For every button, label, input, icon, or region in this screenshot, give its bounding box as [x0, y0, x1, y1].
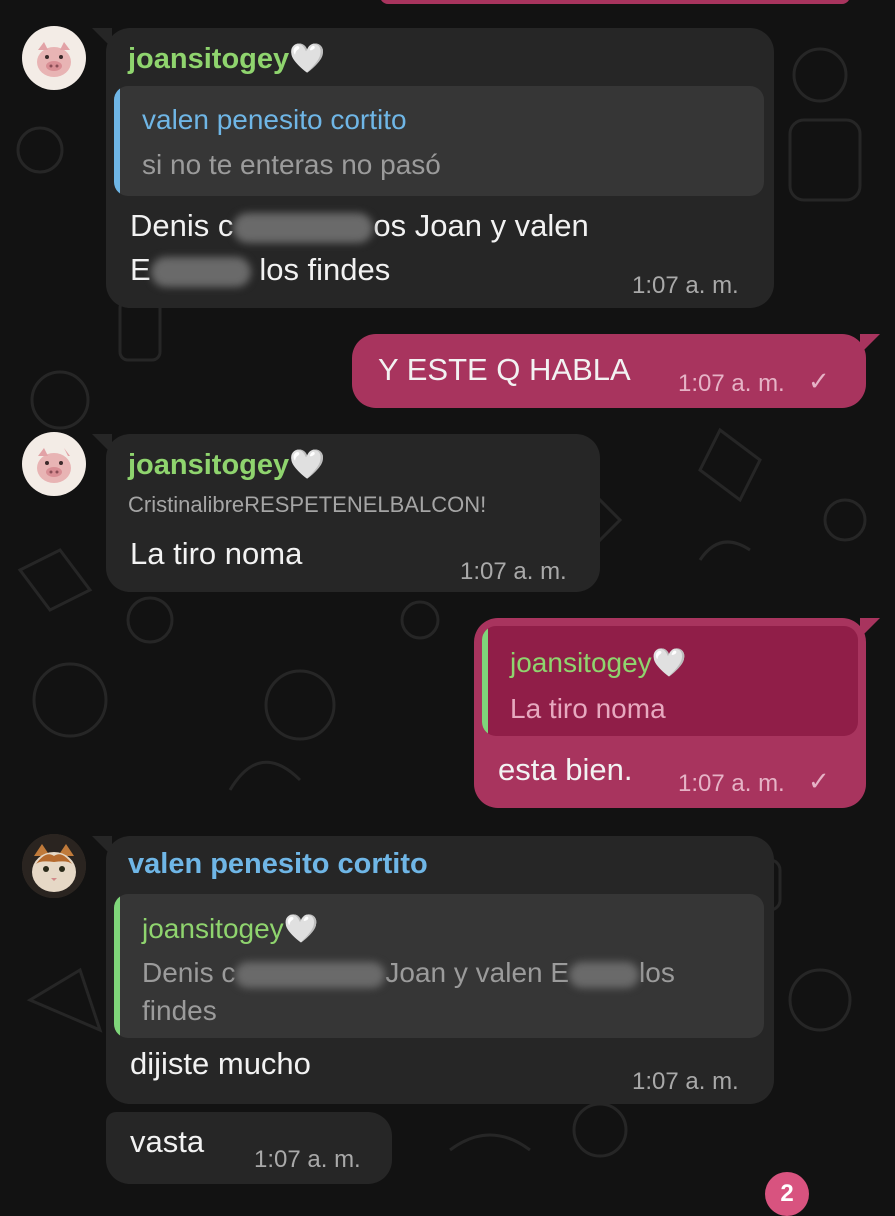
- redacted-text: [569, 961, 640, 988]
- quote-text: La tiro noma: [510, 693, 666, 724]
- message-text: esta bien.: [498, 752, 633, 787]
- quote-sender-name: joansitogey🤍: [510, 647, 687, 678]
- message-text: dijiste mucho: [130, 1046, 311, 1081]
- message-text: vasta: [130, 1124, 205, 1159]
- quote-text-line2: findes: [142, 995, 217, 1026]
- message-time: 1:07 a. m.: [632, 272, 739, 299]
- message-text: Denis c os Joan y valen: [130, 208, 589, 243]
- redacted-text: [235, 961, 386, 988]
- cat-avatar-icon: [22, 834, 86, 898]
- message-time: 1:07 a. m.: [678, 370, 785, 397]
- message-bubble-outgoing[interactable]: Y ESTE Q HABLA 1:07 a. m. ✓: [352, 334, 866, 408]
- quote-text: Denis c Joan y valen Elos: [142, 957, 675, 988]
- sender-name[interactable]: joansitogey🤍: [128, 42, 325, 76]
- reply-quote[interactable]: joansitogey🤍 Denis c Joan y valen Elos fi…: [114, 894, 764, 1038]
- unread-count-badge[interactable]: 2: [765, 1172, 809, 1216]
- bubble-tail: [860, 334, 880, 354]
- message-time: 1:07 a. m.: [678, 770, 785, 797]
- sender-name[interactable]: joansitogey🤍: [128, 448, 325, 482]
- avatar-joansitogey[interactable]: [22, 26, 86, 90]
- avatar-joansitogey[interactable]: [22, 432, 86, 496]
- message-time: 1:07 a. m.: [254, 1146, 361, 1173]
- quote-text: si no te enteras no pasó: [142, 149, 441, 180]
- quote-sender-name: joansitogey🤍: [142, 913, 319, 944]
- bubble-tail: [860, 618, 880, 638]
- redacted-text: [233, 212, 374, 243]
- message-time: 1:07 a. m.: [460, 558, 567, 585]
- quote-sender-name: valen penesito cortito: [142, 104, 407, 135]
- message-text-line2: E los findes: [130, 252, 391, 287]
- pig-avatar-icon: [37, 42, 71, 77]
- sent-check-icon: ✓: [808, 766, 830, 796]
- message-bubble[interactable]: joansitogey🤍 CristinalibreRESPETENELBALC…: [106, 434, 600, 592]
- sender-name[interactable]: valen penesito cortito: [128, 848, 428, 881]
- message-bubble[interactable]: joansitogey🤍 valen penesito cortito si n…: [106, 28, 774, 308]
- reply-quote[interactable]: valen penesito cortito si no te enteras …: [114, 86, 764, 196]
- redacted-text: [150, 256, 251, 287]
- message-bubble[interactable]: vasta 1:07 a. m.: [106, 1112, 392, 1184]
- message-bubble-outgoing[interactable]: joansitogey🤍 La tiro noma esta bien. 1:0…: [474, 618, 866, 808]
- sender-status: CristinalibreRESPETENELBALCON!: [128, 492, 487, 517]
- pig-avatar-icon: [37, 448, 71, 483]
- message-time: 1:07 a. m.: [632, 1068, 739, 1095]
- avatar-valen[interactable]: [22, 834, 86, 898]
- reply-quote[interactable]: joansitogey🤍 La tiro noma: [482, 626, 858, 736]
- previous-message-edge: [380, 0, 850, 4]
- message-text: Y ESTE Q HABLA: [378, 352, 631, 387]
- sent-check-icon: ✓: [808, 366, 830, 396]
- message-text: La tiro noma: [130, 536, 303, 571]
- message-bubble[interactable]: valen penesito cortito joansitogey🤍 Deni…: [106, 836, 774, 1104]
